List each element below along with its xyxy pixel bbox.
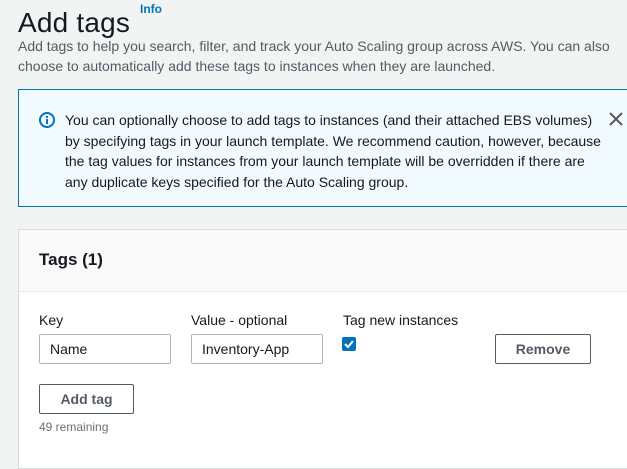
tag-new-instances-checkbox[interactable]	[342, 337, 356, 351]
tag-new-instances-column-label: Tag new instances	[343, 312, 459, 328]
remove-tag-button[interactable]: Remove	[495, 334, 591, 364]
tag-value-input[interactable]	[191, 334, 323, 364]
key-column-label: Key	[39, 312, 64, 328]
tags-panel-title: Tags (1)	[39, 250, 103, 269]
close-icon[interactable]	[606, 109, 626, 129]
page-title: Add tags	[18, 6, 131, 38]
info-link[interactable]: Info	[140, 2, 162, 16]
info-circle-icon	[39, 112, 55, 128]
tag-key-input[interactable]	[39, 334, 171, 364]
checkmark-icon	[344, 340, 354, 349]
value-column-label: Value - optional	[191, 312, 288, 328]
tags-panel: Tags (1) Key Value - optional Tag new in…	[18, 229, 627, 469]
tags-panel-header: Tags (1)	[19, 230, 627, 292]
add-tag-button[interactable]: Add tag	[39, 384, 134, 414]
info-alert: You can optionally choose to add tags to…	[18, 89, 627, 207]
alert-message: You can optionally choose to add tags to…	[65, 112, 601, 190]
page-description: Add tags to help you search, filter, and…	[18, 38, 610, 74]
tags-remaining-count: 49 remaining	[39, 420, 109, 434]
